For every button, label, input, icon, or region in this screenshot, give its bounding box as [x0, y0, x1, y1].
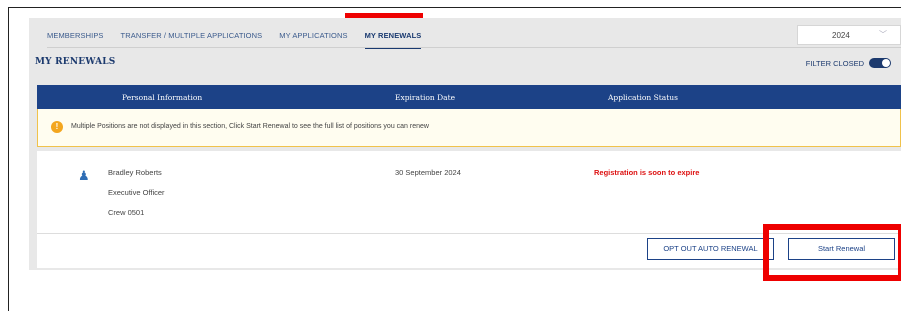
highlight-bar — [345, 13, 423, 18]
filter-closed-toggle[interactable] — [869, 58, 891, 68]
header-expiration-date: Expiration Date — [395, 93, 456, 102]
filter-closed-control: FILTER CLOSED — [806, 58, 891, 68]
member-crew: Crew 0501 — [108, 208, 145, 217]
person-icon: ♟ — [78, 168, 90, 183]
filter-closed-label: FILTER CLOSED — [805, 58, 864, 68]
tab-divider — [47, 47, 901, 48]
opt-out-auto-renewal-button[interactable]: OPT OUT AUTO RENEWAL — [647, 238, 774, 260]
tab-memberships[interactable]: MEMBERSHIPS — [47, 30, 104, 48]
member-name: Bradley Roberts — [108, 168, 162, 177]
year-select[interactable]: 2024 ﹀ — [797, 25, 901, 45]
tab-transfer-multiple-applications[interactable]: TRANSFER / MULTIPLE APPLICATIONS — [121, 30, 263, 48]
member-role: Executive Officer — [108, 188, 165, 197]
notice-text: Multiple Positions are not displayed in … — [71, 123, 429, 130]
section-title: MY RENEWALS — [35, 57, 116, 67]
tab-my-renewals[interactable]: MY RENEWALS — [364, 30, 422, 49]
application-status: Registration is soon to expire — [594, 168, 700, 177]
table-header: Personal Information Expiration Date App… — [37, 85, 901, 109]
highlight-box — [763, 224, 901, 281]
tab-my-applications[interactable]: MY APPLICATIONS — [279, 30, 347, 48]
year-value: 2024 — [832, 31, 850, 40]
notice-banner: ! Multiple Positions are not displayed i… — [37, 109, 901, 147]
expiration-date: 30 September 2024 — [395, 168, 461, 177]
chevron-down-icon: ﹀ — [879, 30, 887, 39]
warning-icon: ! — [51, 121, 63, 133]
header-application-status: Application Status — [608, 93, 678, 102]
header-personal-information: Personal Information — [122, 93, 203, 102]
tab-bar: MEMBERSHIPS TRANSFER / MULTIPLE APPLICAT… — [47, 30, 438, 49]
